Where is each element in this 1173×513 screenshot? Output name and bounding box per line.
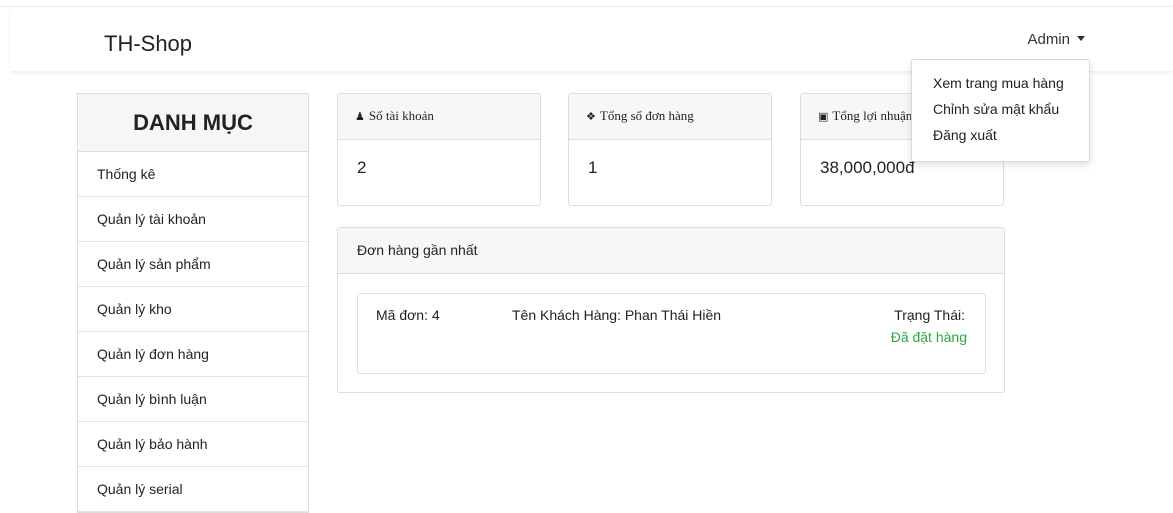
stat-value: 1 bbox=[588, 158, 598, 177]
recent-orders-title: Đơn hàng gần nhất bbox=[338, 228, 1004, 274]
order-status-label: Trạng Thái: bbox=[894, 307, 965, 323]
menu-item-change-password[interactable]: Chỉnh sửa mật khẩu bbox=[912, 96, 1089, 122]
stat-card-orders: ❖ Tổng số đơn hàng 1 bbox=[568, 93, 772, 206]
sidebar-item-accounts[interactable]: Quản lý tài khoản bbox=[78, 197, 308, 242]
stat-label: Tổng lợi nhuận bbox=[832, 108, 913, 123]
order-status-badge: Đã đặt hàng bbox=[890, 329, 967, 345]
sidebar-item-comments[interactable]: Quản lý bình luận bbox=[78, 377, 308, 422]
stat-label: Tổng số đơn hàng bbox=[599, 108, 694, 123]
stat-header: ❖ Tổng số đơn hàng bbox=[569, 94, 771, 140]
menu-item-logout[interactable]: Đăng xuất bbox=[912, 122, 1089, 148]
sidebar-title: DANH MỤC bbox=[78, 94, 308, 152]
dropbox-icon: ❖ bbox=[586, 110, 596, 123]
sidebar-item-products[interactable]: Quản lý sản phẩm bbox=[78, 242, 308, 287]
stat-card-accounts: ♟ Số tài khoản 2 bbox=[337, 93, 541, 206]
recent-orders-panel: Đơn hàng gần nhất Mã đơn: 4 Tên Khách Hà… bbox=[337, 227, 1005, 393]
user-menu-toggle[interactable]: Admin bbox=[1027, 31, 1085, 48]
stat-label: Số tài khoản bbox=[368, 108, 434, 123]
sidebar-item-orders[interactable]: Quản lý đơn hàng bbox=[78, 332, 308, 377]
stat-header: ♟ Số tài khoản bbox=[338, 94, 540, 140]
order-customer: Tên Khách Hàng: Phan Thái Hiền bbox=[512, 307, 722, 323]
brand-logo[interactable]: TH-Shop bbox=[104, 31, 192, 57]
order-id: Mã đơn: 4 bbox=[376, 307, 440, 323]
sidebar-item-statistics[interactable]: Thống kê bbox=[78, 152, 308, 197]
order-card[interactable]: Mã đơn: 4 Tên Khách Hàng: Phan Thái Hiền… bbox=[357, 293, 986, 374]
money-icon: ▣ bbox=[818, 110, 829, 123]
caret-down-icon bbox=[1077, 36, 1085, 41]
sidebar-item-warranty[interactable]: Quản lý bảo hành bbox=[78, 422, 308, 467]
sidebar-item-warehouse[interactable]: Quản lý kho bbox=[78, 287, 308, 332]
user-menu-label: Admin bbox=[1027, 31, 1070, 48]
menu-item-view-shop[interactable]: Xem trang mua hàng bbox=[912, 70, 1089, 96]
stat-value: 2 bbox=[357, 158, 367, 177]
sidebar: DANH MỤC Thống kê Quản lý tài khoản Quản… bbox=[77, 93, 309, 513]
user-dropdown-menu: Xem trang mua hàng Chỉnh sửa mật khẩu Đă… bbox=[911, 59, 1090, 162]
sidebar-item-serial[interactable]: Quản lý serial bbox=[78, 467, 308, 512]
user-icon: ♟ bbox=[355, 110, 365, 123]
